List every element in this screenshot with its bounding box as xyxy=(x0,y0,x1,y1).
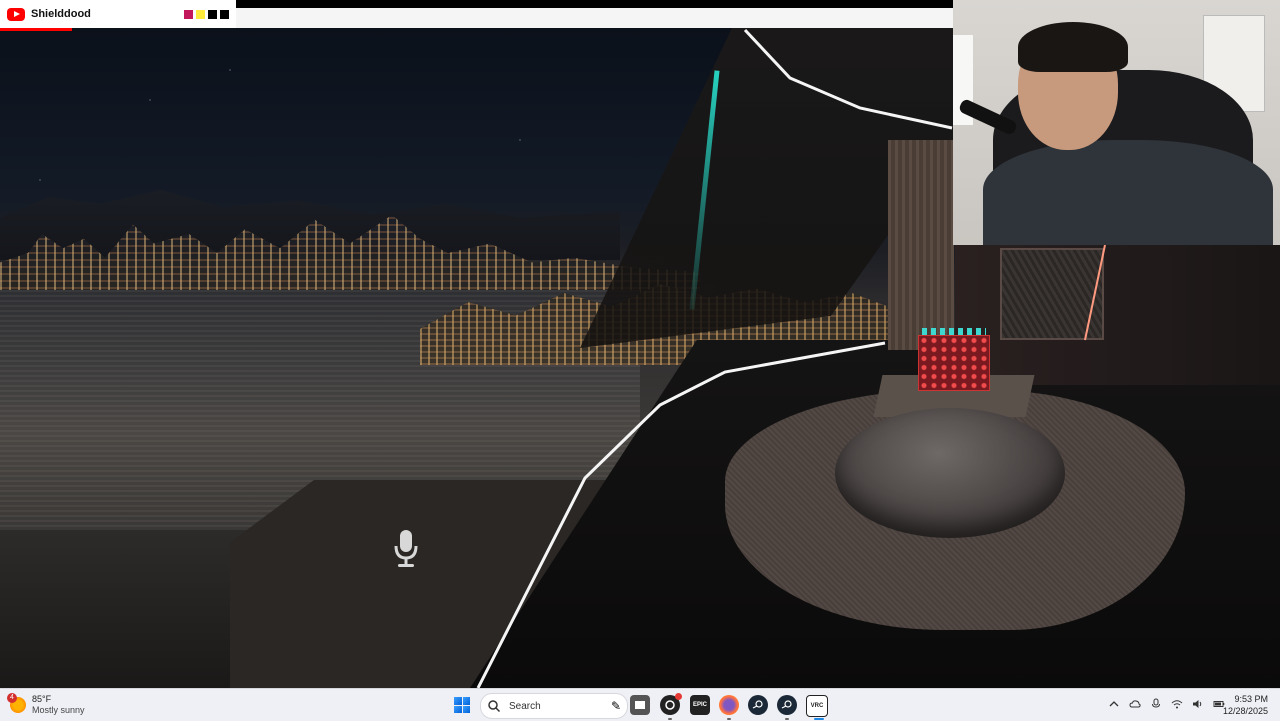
night-sky xyxy=(0,30,700,230)
youtube-progress-bar xyxy=(0,28,72,31)
firefox-button[interactable] xyxy=(719,695,739,715)
file-explorer-button[interactable] xyxy=(630,695,650,715)
microphone-tray-icon[interactable] xyxy=(1150,698,1162,710)
connect-four-board[interactable] xyxy=(918,335,990,391)
weather-temperature: 85°F xyxy=(32,694,52,704)
streamer-hair xyxy=(1018,22,1128,72)
chevron-up-icon[interactable] xyxy=(1108,698,1120,710)
steam-icon xyxy=(752,700,763,709)
search-placeholder: Search xyxy=(509,700,541,712)
overlay-light-bar xyxy=(236,8,953,28)
color-swatches xyxy=(184,9,229,19)
search-highlight-icon: ✎ xyxy=(610,699,621,713)
channel-name: Shielddood xyxy=(31,8,91,20)
epic-games-icon: EPIC xyxy=(692,702,707,708)
youtube-channel-bar: Shielddood xyxy=(0,0,236,28)
search-icon xyxy=(488,700,501,713)
steam-button[interactable] xyxy=(748,695,768,715)
webcam-feed xyxy=(953,0,1280,245)
obs-studio-button[interactable] xyxy=(660,693,682,715)
streamer-hoodie xyxy=(983,140,1273,245)
wifi-icon[interactable] xyxy=(1171,698,1183,710)
overlay-black-stripe xyxy=(236,0,953,8)
swatch-magenta xyxy=(184,9,193,19)
windows-taskbar: 4 85°F Mostly sunny Search ✎ EPIC VRC 9:… xyxy=(0,688,1280,721)
swatch-black xyxy=(220,9,229,19)
vrchat-button[interactable]: VRC xyxy=(806,695,828,717)
vrchat-icon: VRC xyxy=(810,703,824,709)
taskbar-search[interactable]: Search ✎ xyxy=(480,693,628,719)
epic-games-button[interactable]: EPIC xyxy=(690,695,710,715)
weather-description: Mostly sunny xyxy=(32,705,85,715)
youtube-icon xyxy=(7,7,25,21)
windows-start-button[interactable] xyxy=(454,697,470,713)
microphone-icon xyxy=(392,528,420,568)
obs-studio-icon xyxy=(665,700,675,710)
swatch-yellow xyxy=(196,9,205,19)
recording-indicator xyxy=(675,693,682,700)
system-tray xyxy=(1108,698,1225,710)
sun-icon: 4 xyxy=(7,693,26,713)
weather-widget[interactable]: 4 85°F Mostly sunny xyxy=(7,692,85,718)
cloud-icon[interactable] xyxy=(1129,698,1141,710)
file-explorer-icon xyxy=(635,701,645,709)
wood-pillar xyxy=(888,140,954,350)
clock-time: 9:53 PM xyxy=(1234,694,1268,704)
volume-icon[interactable] xyxy=(1192,698,1204,710)
plant-painting xyxy=(1000,248,1104,340)
steam-vr-icon xyxy=(781,700,792,709)
taskbar-clock[interactable]: 9:53 PM 12/28/2025 xyxy=(1223,693,1268,717)
clock-date: 12/28/2025 xyxy=(1222,706,1268,716)
beanbag-seat[interactable] xyxy=(835,408,1065,538)
steam-vr-button[interactable] xyxy=(777,695,797,715)
weather-badge: 4 xyxy=(7,693,17,703)
swatch-black xyxy=(208,9,217,19)
